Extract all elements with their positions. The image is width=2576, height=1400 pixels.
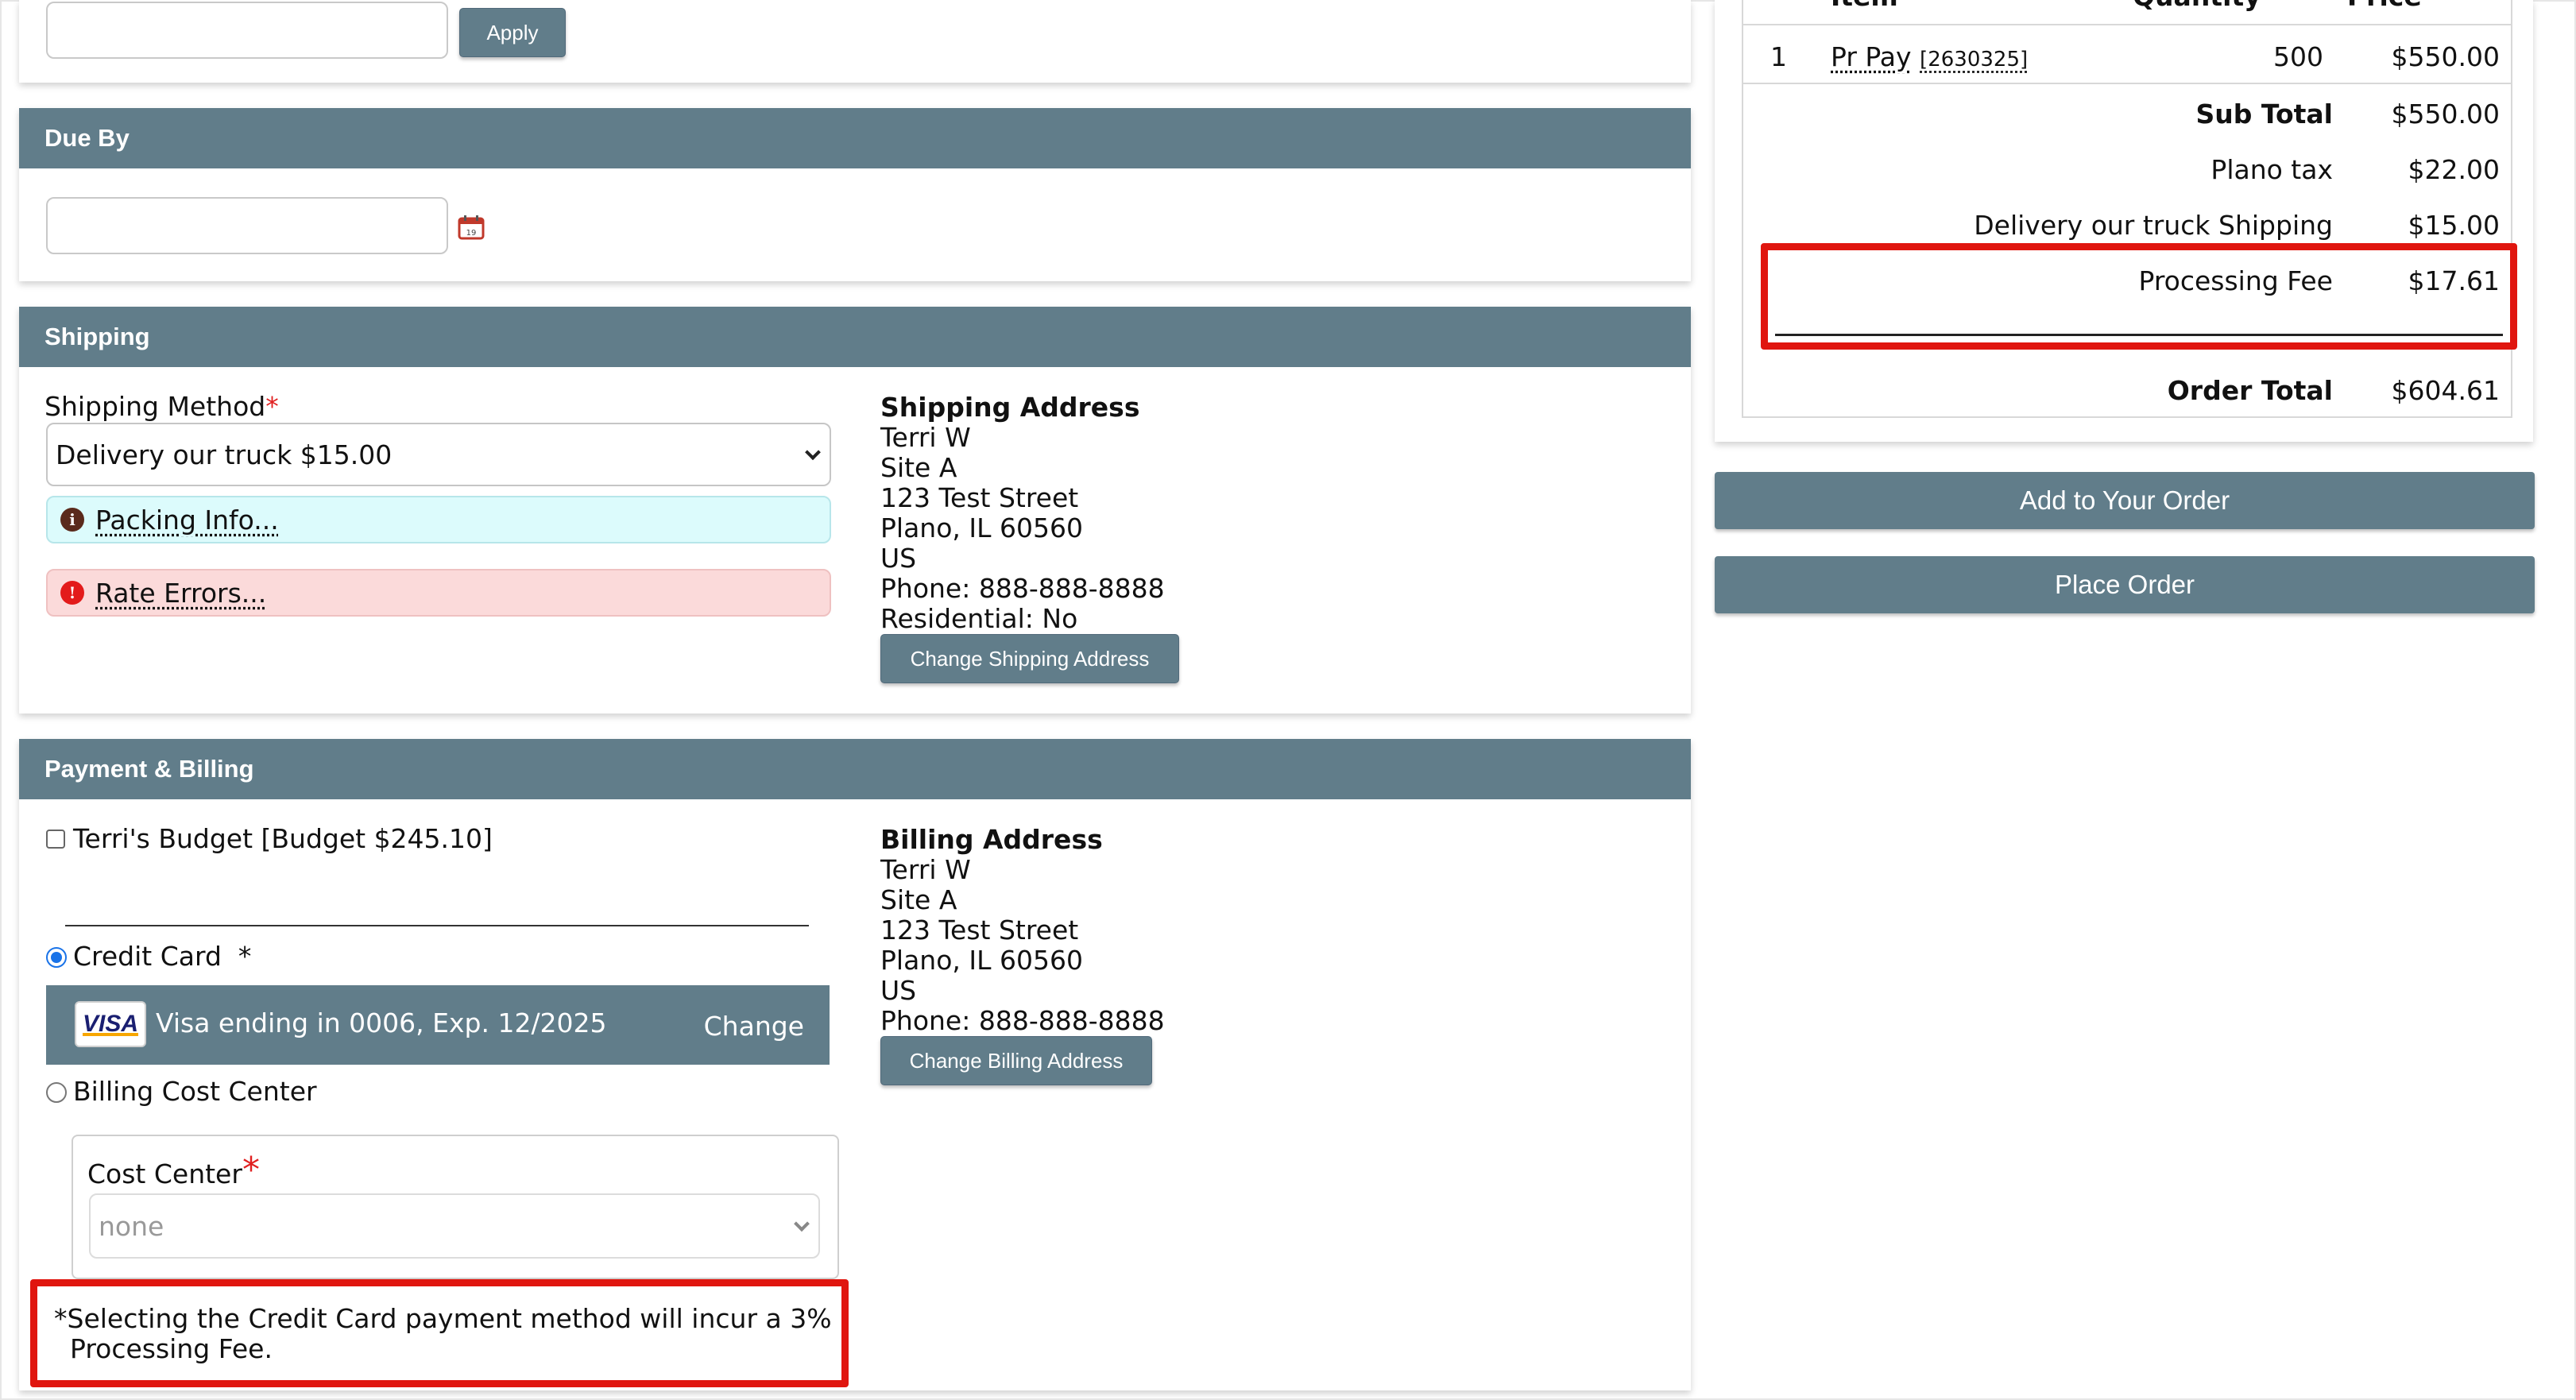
credit-card-radio[interactable] (46, 947, 67, 968)
item-quantity: 500 (2273, 41, 2323, 72)
change-shipping-address-button[interactable]: Change Shipping Address (880, 634, 1179, 683)
cost-center-box: Cost Center* none (72, 1135, 839, 1279)
item-code: [2630325] (1920, 48, 2029, 72)
shipping-method-label: Shipping Method* (44, 391, 279, 422)
billing-address-title: Billing Address (880, 824, 1103, 855)
subtotal-value: $550.00 (2391, 99, 2500, 130)
visa-logo-text: VISA (82, 1011, 139, 1037)
fee-notice-line1: *Selecting the Credit Card payment metho… (54, 1303, 832, 1334)
cost-center-value: none (99, 1210, 164, 1242)
visa-card-icon: VISA (75, 1001, 146, 1047)
shipping-label: Delivery our truck Shipping (1974, 210, 2333, 241)
order-total-label: Order Total (2167, 375, 2333, 406)
item-price: $550.00 (2391, 41, 2500, 72)
required-mark: * (265, 391, 279, 422)
packing-info-link[interactable]: Packing Info... (95, 505, 279, 536)
add-to-order-button[interactable]: Add to Your Order (1715, 472, 2535, 529)
packing-info-notice[interactable]: i Packing Info... (46, 496, 831, 543)
order-total-value: $604.61 (2391, 375, 2500, 406)
shipping-address-line: Residential: No (880, 603, 1078, 634)
shipping-address-line: Plano, IL 60560 (880, 512, 1083, 543)
header-quantity: Quantity (2133, 0, 2261, 12)
shipping-address-title: Shipping Address (880, 392, 1140, 423)
divider (65, 925, 809, 926)
tax-label: Plano tax (2210, 154, 2333, 185)
cost-center-label: Cost Center* (87, 1153, 260, 1190)
shipping-method-select[interactable]: Delivery our truck $15.00 (46, 423, 831, 486)
coupon-panel: Apply (19, 0, 1691, 83)
card-description: Visa ending in 0006, Exp. 12/2025 (156, 1007, 607, 1038)
shipping-panel: Shipping Shipping Method* Delivery our t… (19, 307, 1691, 714)
shipping-method-value: Delivery our truck $15.00 (56, 439, 393, 470)
summary-item-row: 1 Pr Pay [2630325] 500 $550.00 (1743, 27, 2511, 84)
subtotal-label: Sub Total (2195, 99, 2333, 130)
cost-center-label-text: Cost Center (87, 1158, 242, 1189)
billing-cost-center-radio[interactable] (46, 1082, 67, 1103)
due-date-input[interactable] (46, 197, 448, 254)
billing-cost-center-label: Billing Cost Center (73, 1076, 317, 1107)
order-summary-table: Item Quantity Price 1 Pr Pay [2630325] 5… (1742, 0, 2512, 418)
coupon-input[interactable] (46, 2, 448, 59)
item-name-text: Pr Pay (1831, 41, 1912, 72)
budget-checkbox[interactable] (46, 830, 65, 849)
processing-fee-highlight (1761, 243, 2517, 350)
shipping-address-line: Site A (880, 452, 957, 483)
place-order-button[interactable]: Place Order (1715, 556, 2535, 613)
chevron-down-icon (794, 1216, 810, 1232)
billing-address-line: 123 Test Street (880, 915, 1079, 946)
change-card-link[interactable]: Change (704, 1011, 804, 1042)
header-price: Price (2347, 0, 2422, 12)
due-by-panel: Due By 19 (19, 108, 1691, 281)
header-item: Item (1831, 0, 1898, 12)
order-summary-panel: Item Quantity Price 1 Pr Pay [2630325] 5… (1715, 0, 2533, 442)
cost-center-select[interactable]: none (89, 1193, 820, 1259)
budget-label: Terri's Budget [Budget $245.10] (73, 823, 493, 854)
shipping-value: $15.00 (2408, 210, 2500, 241)
payment-header: Payment & Billing (19, 739, 1691, 799)
svg-text:19: 19 (466, 229, 477, 238)
due-by-header: Due By (19, 108, 1691, 168)
item-number: 1 (1770, 41, 1787, 72)
billing-address-line: Phone: 888-888-8888 (880, 1005, 1165, 1036)
billing-address-line: Plano, IL 60560 (880, 945, 1083, 976)
calendar-icon[interactable]: 19 (458, 215, 485, 240)
shipping-header: Shipping (19, 307, 1691, 367)
credit-card-label: Credit Card * (73, 941, 252, 972)
chevron-down-icon (805, 444, 821, 461)
rate-errors-notice[interactable]: ! Rate Errors... (46, 569, 831, 617)
billing-address-line: US (880, 975, 917, 1006)
shipping-address-line: 123 Test Street (880, 482, 1079, 513)
shipping-address-line: Terri W (880, 422, 971, 453)
tax-value: $22.00 (2408, 154, 2500, 185)
apply-button[interactable]: Apply (459, 8, 566, 57)
change-billing-address-button[interactable]: Change Billing Address (880, 1036, 1152, 1085)
shipping-method-label-text: Shipping Method (44, 391, 266, 422)
shipping-address-line: US (880, 543, 917, 574)
error-icon: ! (60, 581, 84, 605)
billing-address-line: Site A (880, 884, 957, 915)
item-name[interactable]: Pr Pay [2630325] (1831, 41, 2028, 72)
saved-card-bar: VISA Visa ending in 0006, Exp. 12/2025 C… (46, 985, 830, 1065)
summary-header-row: Item Quantity Price (1743, 0, 2511, 25)
info-icon: i (60, 508, 84, 532)
required-mark: * (242, 1150, 260, 1190)
fee-notice-line2: Processing Fee. (70, 1333, 273, 1364)
billing-address-line: Terri W (880, 854, 971, 885)
shipping-address-line: Phone: 888-888-8888 (880, 573, 1165, 604)
rate-errors-link[interactable]: Rate Errors... (95, 578, 266, 609)
